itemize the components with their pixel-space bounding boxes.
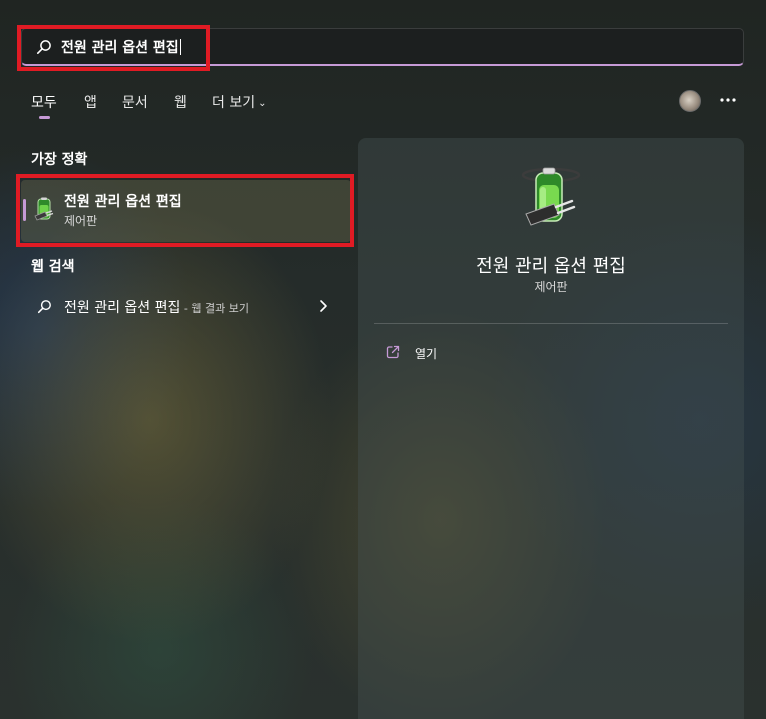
chevron-down-icon: ⌄	[258, 98, 267, 109]
best-match-heading: 가장 정확	[31, 152, 88, 168]
best-match-item[interactable]: 전원 관리 옵션 편집 제어판	[21, 180, 351, 242]
tab-all[interactable]: 모두	[31, 92, 57, 112]
open-action[interactable]: 열기	[374, 338, 728, 368]
selection-indicator	[23, 199, 26, 221]
active-tab-indicator	[39, 116, 50, 119]
battery-plug-icon	[521, 167, 581, 226]
text-caret	[179, 39, 181, 55]
search-input[interactable]: 전원 관리 옵션 편집	[61, 37, 181, 57]
divider	[374, 323, 728, 324]
tab-documents[interactable]: 문서	[122, 92, 148, 112]
best-match-subtitle: 제어판	[64, 214, 98, 228]
best-match-title: 전원 관리 옵션 편집	[64, 194, 182, 210]
web-search-text: 전원 관리 옵션 편집 - 웹 결과 보기	[64, 297, 249, 317]
web-search-suffix: - 웹 결과 보기	[180, 302, 249, 315]
open-external-icon	[386, 345, 400, 359]
detail-title: 전원 관리 옵션 편집	[476, 256, 626, 277]
search-icon	[36, 40, 51, 54]
more-options-icon[interactable]	[717, 90, 739, 110]
filter-tabs: 모두 앱 문서 웹 더 보기 ⌄	[0, 88, 766, 119]
web-search-result[interactable]: 전원 관리 옵션 편집 - 웹 결과 보기	[21, 290, 351, 322]
detail-subtitle: 제어판	[534, 280, 568, 294]
detail-panel: 전원 관리 옵션 편집 제어판 열기	[358, 138, 744, 719]
battery-plug-icon	[34, 197, 54, 221]
web-search-query: 전원 관리 옵션 편집	[64, 300, 181, 316]
open-action-label: 열기	[415, 347, 438, 361]
tab-more[interactable]: 더 보기 ⌄	[212, 92, 266, 112]
chevron-right-icon	[320, 300, 327, 312]
tab-more-label: 더 보기	[212, 95, 256, 111]
web-search-heading: 웹 검색	[31, 259, 75, 275]
avatar[interactable]	[679, 90, 701, 112]
tab-web[interactable]: 웹	[174, 92, 187, 112]
search-box[interactable]: 전원 관리 옵션 편집	[21, 28, 744, 66]
tab-apps[interactable]: 앱	[84, 92, 97, 112]
search-query-text: 전원 관리 옵션 편집	[61, 40, 179, 56]
search-icon	[37, 300, 51, 314]
